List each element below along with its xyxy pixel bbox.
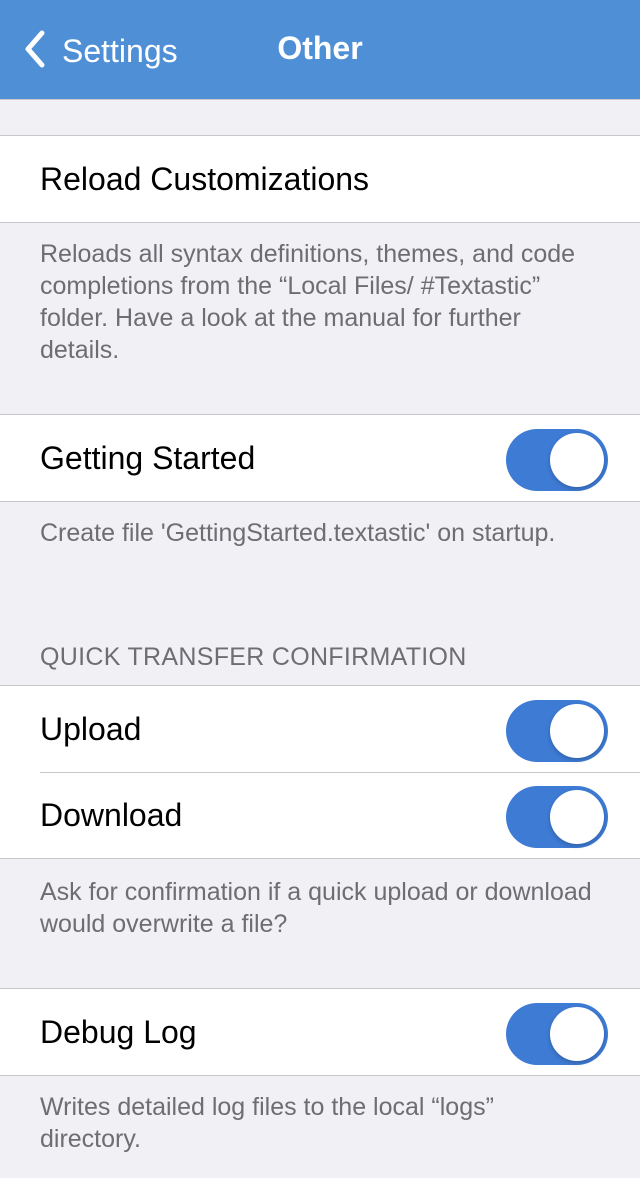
quick-transfer-footer: Ask for confirmation if a quick upload o…: [40, 878, 592, 938]
getting-started-toggle[interactable]: [506, 429, 608, 491]
toggle-knob: [550, 433, 604, 487]
getting-started-label: Getting Started: [40, 439, 256, 476]
debug-log-cell: Debug Log: [0, 989, 640, 1075]
reload-customizations-cell[interactable]: Reload Customizations: [0, 136, 640, 222]
debug-log-label: Debug Log: [40, 1013, 197, 1050]
upload-toggle[interactable]: [506, 700, 608, 762]
page-title: Other: [277, 30, 363, 66]
quick-transfer-group: Upload Download: [0, 685, 640, 859]
getting-started-cell: Getting Started: [0, 415, 640, 501]
download-label: Download: [40, 796, 183, 833]
getting-started-group: Getting Started: [0, 414, 640, 502]
download-cell: Download: [0, 772, 640, 858]
getting-started-footer: Create file 'GettingStarted.textastic' o…: [40, 519, 556, 547]
navigation-bar: Settings Other: [0, 0, 640, 100]
debug-group: Debug Log: [0, 988, 640, 1076]
quick-transfer-header: QUICK TRANSFER CONFIRMATION: [40, 643, 467, 671]
toggle-knob: [550, 704, 604, 758]
upload-label: Upload: [40, 710, 142, 747]
reload-footer: Reloads all syntax definitions, themes, …: [40, 240, 576, 364]
download-toggle[interactable]: [506, 786, 608, 848]
debug-log-footer: Writes detailed log files to the local “…: [40, 1093, 494, 1153]
debug-log-toggle[interactable]: [506, 1003, 608, 1065]
reload-customizations-label: Reload Customizations: [40, 160, 370, 197]
toggle-knob: [550, 1007, 604, 1061]
toggle-knob: [550, 790, 604, 844]
reload-group: Reload Customizations: [0, 135, 640, 223]
upload-cell: Upload: [0, 686, 640, 772]
